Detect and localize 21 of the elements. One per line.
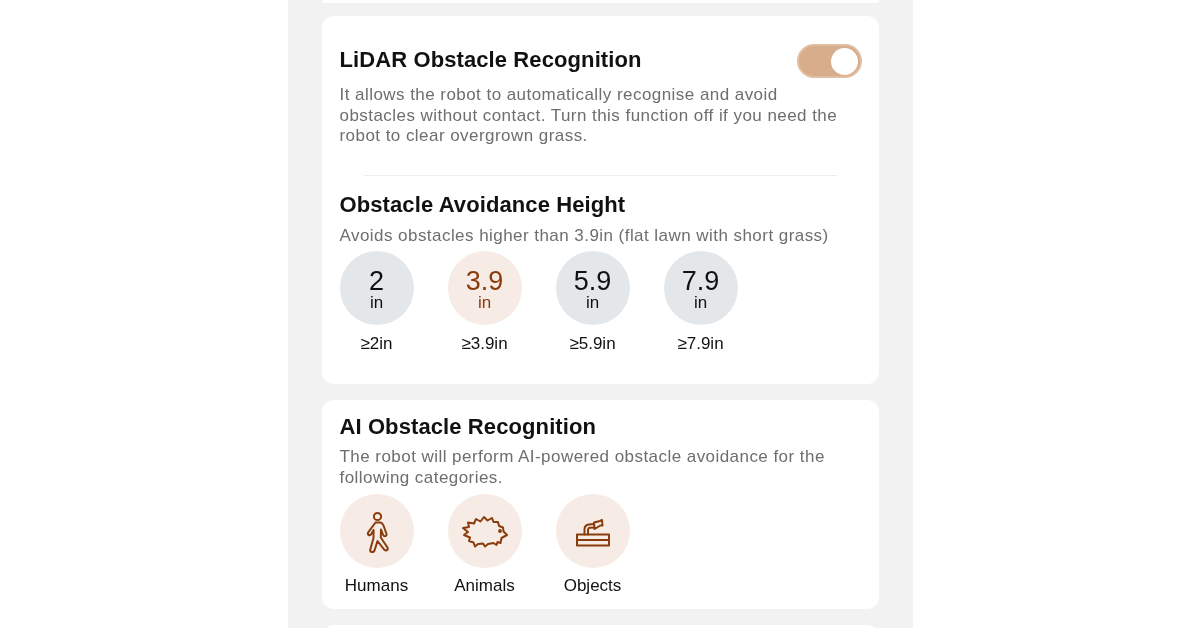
height-label: ≥5.9in [569,334,616,354]
category-label: Humans [344,576,409,596]
height-option-button[interactable]: 3.9 in [447,251,522,325]
section-title: Obstacle Avoidance Height [339,191,627,218]
section-title: AI Obstacle Recognition [339,414,598,440]
height-option-button[interactable]: 7.9 in [663,251,738,325]
category-label: Animals [454,576,515,596]
height-label: ≥3.9in [461,334,508,354]
height-label: ≥2in [360,334,393,354]
height-label: ≥7.9in [677,334,724,354]
hose-on-box-icon[interactable] [555,494,630,568]
height-option-button[interactable]: 2 in [339,251,414,325]
section-title: LiDAR Obstacle Recognition [339,47,642,73]
height-option-button[interactable]: 5.9 in [555,251,630,325]
category-label: Objects [563,576,622,596]
hedgehog-icon[interactable] [447,494,522,568]
toggle-switch[interactable] [796,44,862,78]
walking-person-icon[interactable] [339,494,414,568]
section-description: It allows the robot to automatically recognise and avoid obstacles without contact. Turn this function off if you need the robot to clear overgrown grass. [339,85,839,147]
section-description: Avoids obstacles higher than 3.9in (flat lawn with short grass) [339,225,830,246]
section-description: The robot will perform AI-powered obstacle avoidance for the following categories. [339,447,826,488]
